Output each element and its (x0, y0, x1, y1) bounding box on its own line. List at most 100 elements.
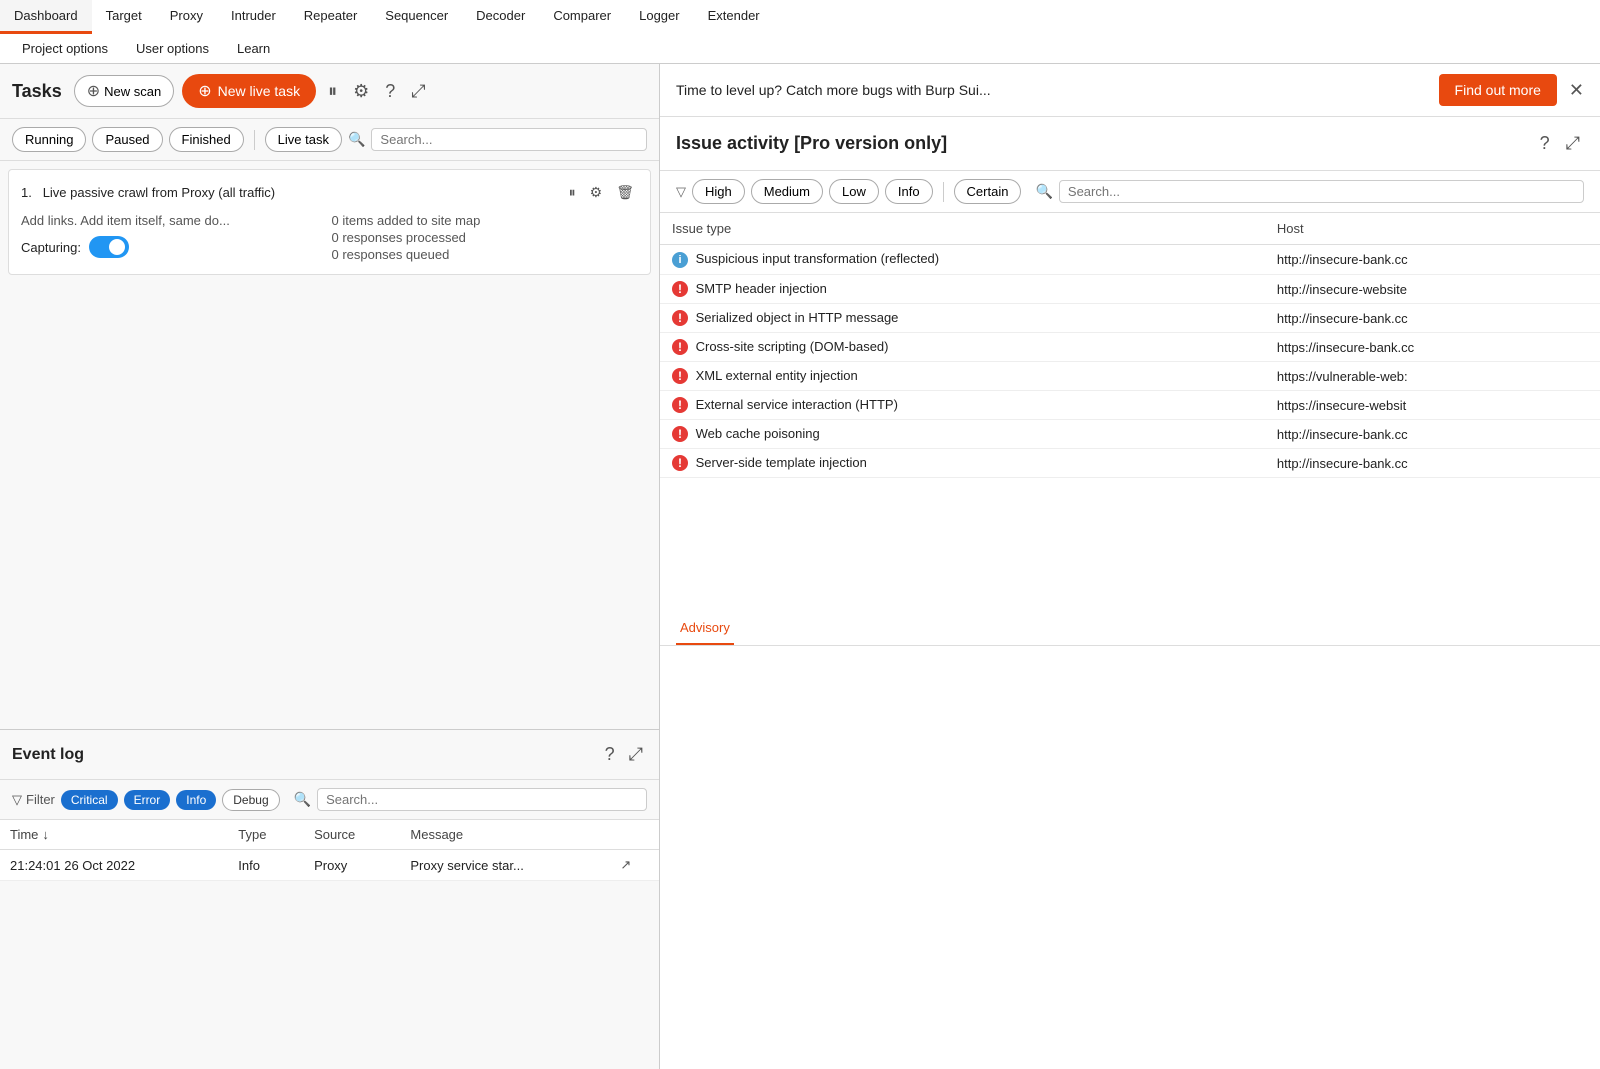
issue-type-7: ! Web cache poisoning (660, 420, 1265, 449)
badge-debug[interactable]: Debug (222, 789, 279, 811)
issues-table: Issue type Host i Suspicious input trans… (660, 213, 1600, 478)
issue-host-7: http://insecure-bank.cc (1265, 420, 1600, 449)
find-out-more-button[interactable]: Find out more (1439, 74, 1557, 106)
badge-critical[interactable]: Critical (61, 790, 118, 810)
filter-finished[interactable]: Finished (169, 127, 244, 152)
task-controls: ⏸ ⚙ 🗑 (565, 180, 638, 205)
capturing-toggle[interactable] (89, 236, 129, 258)
col-host: Host (1265, 213, 1600, 245)
nav-tab-project-options[interactable]: Project options (8, 36, 122, 61)
nav-tab-extender[interactable]: Extender (694, 0, 774, 34)
help-button[interactable]: ? (381, 77, 399, 106)
nav-tab-sequencer[interactable]: Sequencer (371, 0, 462, 34)
settings-button[interactable]: ⚙ (349, 77, 373, 106)
issue-host-5: https://vulnerable-web: (1265, 362, 1600, 391)
task-pause-button[interactable]: ⏸ (565, 180, 580, 205)
issue-activity-title: Issue activity [Pro version only] (676, 133, 947, 154)
tab-advisory[interactable]: Advisory (676, 612, 734, 645)
plus-circle-icon: ⊕ (87, 81, 100, 101)
tasks-search-input[interactable] (380, 132, 638, 147)
issue-host-6: https://insecure-websit (1265, 391, 1600, 420)
filter-icon: ▽ (12, 792, 22, 808)
nav-tab-repeater[interactable]: Repeater (290, 0, 371, 34)
nav-tab-user-options[interactable]: User options (122, 36, 223, 61)
filter-live-task[interactable]: Live task (265, 127, 342, 152)
task-settings-button[interactable]: ⚙ (586, 180, 607, 205)
issue-row-2[interactable]: ! SMTP header injection http://insecure-… (660, 275, 1600, 304)
event-log-table: Time ↓ Type Source Message 21:2 (0, 820, 659, 1069)
issue-row-4[interactable]: ! Cross-site scripting (DOM-based) https… (660, 333, 1600, 362)
promo-banner: Time to level up? Catch more bugs with B… (660, 64, 1600, 117)
nav-tab-decoder[interactable]: Decoder (462, 0, 539, 34)
badge-info[interactable]: Info (176, 790, 216, 810)
event-log-expand-button[interactable]: ⤢ (625, 740, 647, 769)
tasks-body: 1. Live passive crawl from Proxy (all tr… (0, 161, 659, 729)
issues-table-body: i Suspicious input transformation (refle… (660, 245, 1600, 478)
nav-tab-dashboard[interactable]: Dashboard (0, 0, 92, 34)
issue-row-8[interactable]: ! Server-side template injection http://… (660, 449, 1600, 478)
issue-row-7[interactable]: ! Web cache poisoning http://insecure-ba… (660, 420, 1600, 449)
tasks-search-box[interactable] (371, 128, 647, 151)
promo-text: Time to level up? Catch more bugs with B… (676, 82, 1427, 98)
cell-type: Info (228, 850, 304, 881)
issue-type-4: ! Cross-site scripting (DOM-based) (660, 333, 1265, 362)
task-stats-area: 0 items added to site map 0 responses pr… (332, 213, 639, 264)
high-severity-icon-3: ! (672, 339, 688, 355)
nav-tab-comparer[interactable]: Comparer (539, 0, 625, 34)
expand-button[interactable]: ⤢ (407, 77, 429, 106)
event-log-search-box[interactable] (317, 788, 647, 811)
high-severity-icon-7: ! (672, 455, 688, 471)
event-table: Time ↓ Type Source Message 21:2 (0, 820, 659, 881)
issue-row-1[interactable]: i Suspicious input transformation (refle… (660, 245, 1600, 275)
issue-host-4: https://insecure-bank.cc (1265, 333, 1600, 362)
task-stat-2: 0 responses processed (332, 230, 639, 245)
event-log-search-input[interactable] (326, 792, 638, 807)
search-icon: 🔍 (348, 131, 365, 148)
issue-search-input[interactable] (1068, 184, 1575, 199)
sev-info[interactable]: Info (885, 179, 933, 204)
col-message: Message (400, 820, 610, 850)
issue-host-2: http://insecure-website (1265, 275, 1600, 304)
sev-divider (943, 182, 944, 202)
event-log-section: Event log ? ⤢ ▽ Filter Critical Error In… (0, 729, 659, 1069)
tasks-title: Tasks (12, 81, 62, 102)
nav-tab-logger[interactable]: Logger (625, 0, 693, 34)
sort-icon[interactable]: ↓ (42, 827, 49, 842)
sev-certain[interactable]: Certain (954, 179, 1022, 204)
promo-close-button[interactable]: ✕ (1569, 80, 1584, 101)
sev-high[interactable]: High (692, 179, 745, 204)
new-scan-label: New scan (104, 84, 161, 99)
nav-tab-learn[interactable]: Learn (223, 36, 284, 61)
event-table-header-row: Time ↓ Type Source Message (0, 820, 659, 850)
issue-type-2: ! SMTP header injection (660, 275, 1265, 304)
task-delete-button[interactable]: 🗑 (612, 180, 638, 205)
filter-running[interactable]: Running (12, 127, 86, 152)
issue-row-3[interactable]: ! Serialized object in HTTP message http… (660, 304, 1600, 333)
badge-error[interactable]: Error (124, 790, 171, 810)
issue-search-box[interactable] (1059, 180, 1584, 203)
event-log-help-button[interactable]: ? (601, 740, 619, 769)
left-panel: Tasks ⊕ New scan ⊕ New live task ⏸ ⚙ ? ⤢… (0, 64, 660, 1069)
pause-button[interactable]: ⏸ (324, 77, 341, 106)
nav-tab-proxy[interactable]: Proxy (156, 0, 217, 34)
tasks-header: Tasks ⊕ New scan ⊕ New live task ⏸ ⚙ ? ⤢ (0, 64, 659, 119)
issue-activity-help-button[interactable]: ? (1536, 129, 1554, 158)
new-scan-button[interactable]: ⊕ New scan (74, 75, 174, 107)
new-live-task-button[interactable]: ⊕ New live task (182, 74, 316, 108)
high-severity-icon-5: ! (672, 397, 688, 413)
issue-activity-expand-button[interactable]: ⤢ (1562, 129, 1584, 158)
col-action (610, 820, 659, 850)
nav-tab-intruder[interactable]: Intruder (217, 0, 290, 34)
top-navigation: Dashboard Target Proxy Intruder Repeater… (0, 0, 1600, 64)
issue-row-6[interactable]: ! External service interaction (HTTP) ht… (660, 391, 1600, 420)
nav-tab-target[interactable]: Target (92, 0, 156, 34)
issue-row-5[interactable]: ! XML external entity injection https://… (660, 362, 1600, 391)
issue-host-1: http://insecure-bank.cc (1265, 245, 1600, 275)
event-table-head: Time ↓ Type Source Message (0, 820, 659, 850)
sev-low[interactable]: Low (829, 179, 879, 204)
cell-link[interactable]: ↗ (610, 850, 659, 881)
filter-paused[interactable]: Paused (92, 127, 162, 152)
sev-medium[interactable]: Medium (751, 179, 823, 204)
right-panel: Time to level up? Catch more bugs with B… (660, 64, 1600, 1069)
high-severity-icon-4: ! (672, 368, 688, 384)
